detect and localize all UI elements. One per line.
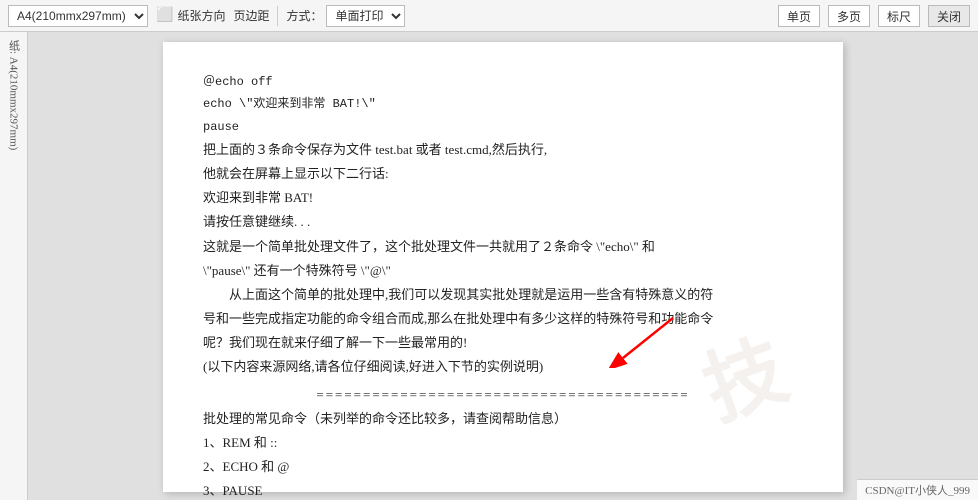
method-item: 方式： 单面打印 [286,5,405,27]
multi-page-btn[interactable]: 多页 [828,5,870,27]
side-label-text: 纸: A4(210mmx297mm) [6,40,22,150]
direction-label: 纸张方向 [177,7,225,24]
main-area: 纸: A4(210mmx297mm) 技 ＠echo off [0,32,978,500]
method-label: 方式： [286,7,322,24]
para-display: 他就会在屏幕上显示以下二行话: [203,163,803,185]
para-combine: 号和一些完成指定功能的命令组合而成,那么在批处理中有多少这样的特殊符号和功能命令 [203,308,803,330]
credit-text: CSDN@IT小侠人_999 [865,485,970,497]
paper-page: 技 ＠echo off echo \"欢迎来到非常 BAT!\" pause [163,42,843,492]
side-label: 纸: A4(210mmx297mm) [0,32,28,500]
bottom-credit-bar: CSDN@IT小侠人_999 [857,479,978,500]
line-pause: pause [203,117,803,137]
line-echo-msg: echo \"欢迎来到非常 BAT!\" [203,94,803,114]
method-select[interactable]: 单面打印 [326,5,405,27]
list-item-2: 2、ECHO 和 @ [203,456,803,478]
page-content: ＠echo off echo \"欢迎来到非常 BAT!\" pause 把上面… [203,72,803,500]
para-from-above: 从上面这个简单的批处理中,我们可以发现其实批处理就是运用一些含有特殊意义的符 [203,284,803,306]
list-item-1: 1、REM 和 :: [203,432,803,454]
paper-size-item: A4(210mmx297mm) [8,5,148,27]
para-press: 请按任意键继续. . . [203,211,803,233]
section-title: 批处理的常见命令（未列举的命令还比较多，请查阅帮助信息） [203,408,803,430]
page-container[interactable]: 技 ＠echo off echo \"欢迎来到非常 BAT!\" pause [28,32,978,500]
single-page-btn[interactable]: 单页 [778,5,820,27]
list-item-3: 3、PAUSE [203,480,803,500]
close-btn[interactable]: 关闭 [928,5,970,27]
margin-item: 页边距 [233,7,269,24]
paper-size-select[interactable]: A4(210mmx297mm) [8,5,148,27]
para-pause-ref: \"pause\" 还有一个特殊符号 \"@\" [203,260,803,282]
margin-label: 页边距 [233,7,269,24]
para-save: 把上面的３条命令保存为文件 test.bat 或者 test.cmd,然后执行, [203,139,803,161]
page-direction-item: ⬜ 纸张方向 [156,7,225,24]
sep1 [277,6,278,26]
para-detail: 呢？我们现在就来仔细了解一下一些最常用的! [203,332,803,354]
line-echo-off: ＠echo off [203,72,803,92]
ruler-btn[interactable]: 标尺 [878,5,920,27]
para-source: (以下内容来源网络,请各位仔细阅读,好进入下节的实例说明) [203,356,803,378]
section-divider: ======================================== [203,384,803,406]
print-toolbar: A4(210mmx297mm) ⬜ 纸张方向 页边距 方式： 单面打印 单页 多… [0,0,978,32]
para-simple: 这就是一个简单批处理文件了，这个批处理文件一共就用了２条命令 \"echo\" … [203,236,803,258]
direction-icon: ⬜ [156,7,173,24]
para-welcome: 欢迎来到非常 BAT! [203,187,803,209]
